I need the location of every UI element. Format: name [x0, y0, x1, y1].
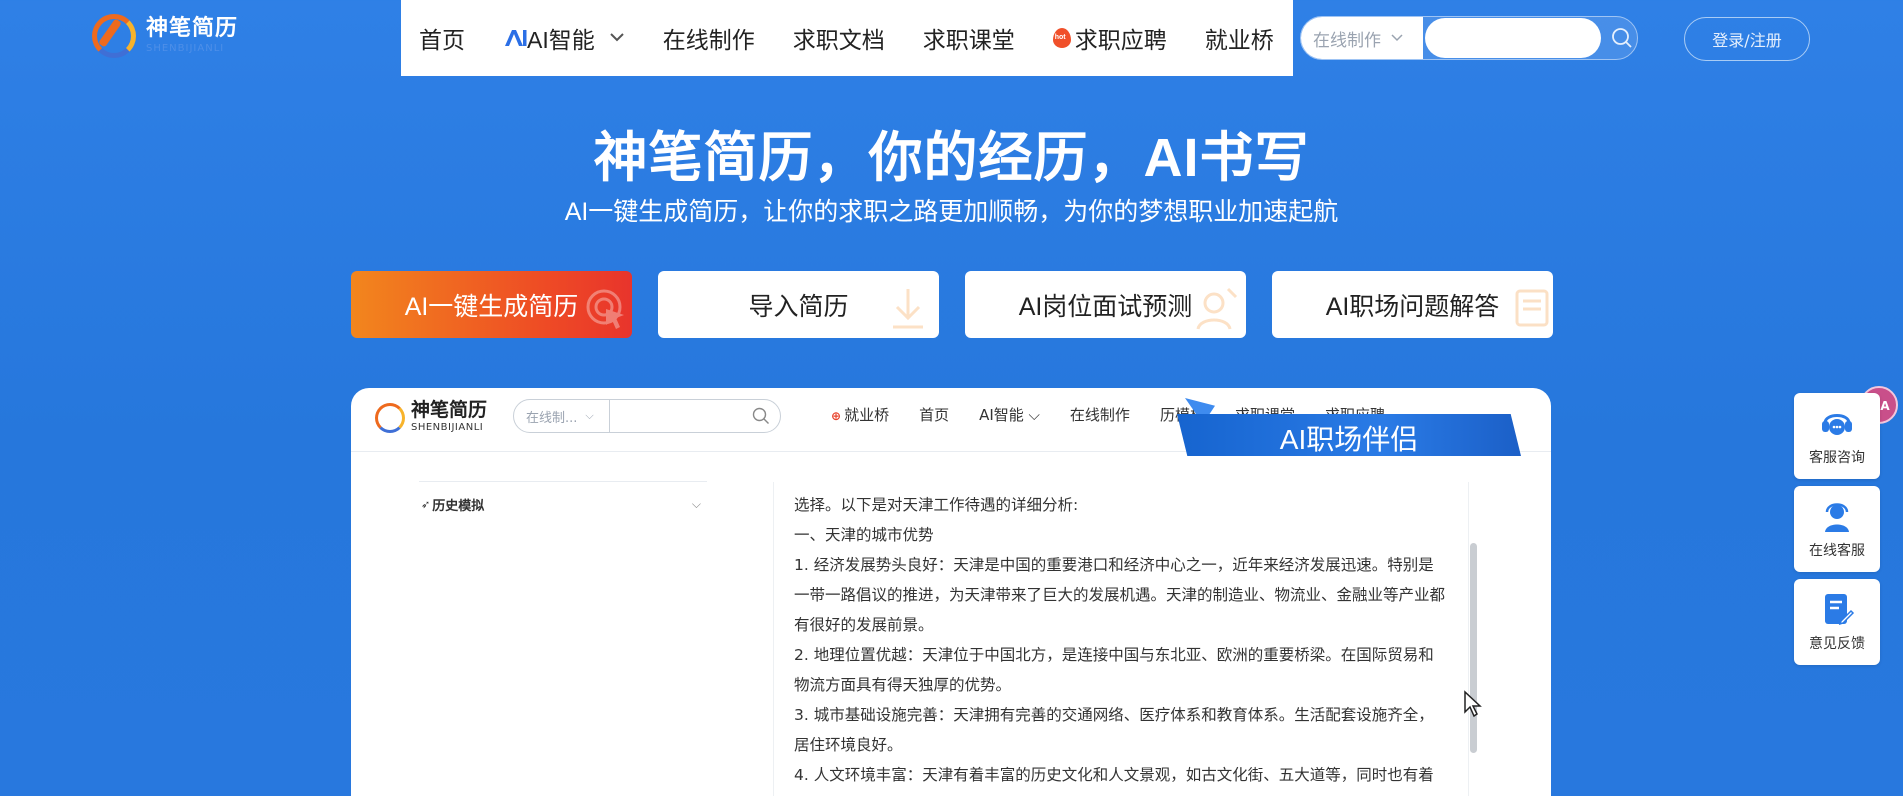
nav-item-job-docs[interactable]: 求职文档 [793, 21, 885, 55]
hot-fire-icon [1052, 28, 1071, 48]
search-button[interactable] [1607, 23, 1637, 53]
nav-item-job-apply[interactable]: 求职应聘 [1052, 21, 1167, 55]
brand-tagline: SHENBIJIANLI [146, 43, 225, 54]
main-nav: 首页 AI智能 在线制作 求职文档 求职课堂 求职应聘 就业桥 [401, 0, 1293, 76]
answer-paragraph: 一、天津的城市优势 [794, 526, 934, 544]
banner-label: AI职场伴侣 [1279, 424, 1419, 455]
download-arrow-icon [893, 289, 923, 329]
preview-nav-home[interactable]: 首页 [919, 404, 949, 425]
answer-paragraph: 4. 人文环境丰富：天津有着丰富的历史文化和人文景观，如古文化街、五大道等，同时… [794, 766, 1434, 784]
document-list-icon [1515, 289, 1549, 327]
preview-nav-employment-bridge[interactable]: ⊕ 就业桥 [831, 404, 889, 425]
search-icon[interactable] [752, 407, 770, 425]
mouse-pointer-icon [1464, 690, 1482, 718]
brand-name: 神笔简历 [146, 16, 239, 41]
search-bar: 在线制作 [1300, 16, 1638, 60]
preview-nav-online-make[interactable]: 在线制作 [1070, 404, 1130, 425]
chevron-down-icon [609, 29, 625, 47]
search-category-select[interactable]: 在线制作 [1301, 17, 1423, 59]
click-cursor-icon [586, 289, 624, 329]
hero-subtitle: AI一键生成简历，让你的求职之路更加顺畅，为你的梦想职业加速起航 [564, 198, 1339, 226]
nav-item-job-class[interactable]: 求职课堂 [923, 21, 1015, 55]
agent-icon [1825, 503, 1849, 532]
answer-paragraph: 选择。以下是对天津工作待遇的详细分析: [794, 496, 1079, 514]
preview-search-bar: 在线制... ⌵ [513, 399, 781, 433]
chevron-down-icon: ⌵ [691, 496, 701, 511]
chevron-down-icon: ⌵ [585, 409, 594, 422]
preview-search-category-select[interactable]: 在线制... ⌵ [514, 400, 610, 432]
import-resume-button[interactable]: 导入简历 [658, 271, 939, 338]
send-icon: ➶ [421, 497, 431, 511]
preview-nav-ai[interactable]: AI智能 ⌵ [979, 404, 1040, 425]
interview-person-icon [1196, 287, 1238, 330]
history-simulation-item[interactable]: ➶ 历史模拟 ⌵ [419, 482, 707, 526]
pen-logo-icon [92, 12, 138, 60]
floating-toolbar: 客服咨询 在线客服 意见反馈 [1794, 393, 1880, 672]
online-service-button[interactable]: 在线客服 [1794, 486, 1880, 572]
preview-brand-tagline: SHENBIJIANLI [411, 422, 484, 433]
preview-header: 神笔简历 SHENBIJIANLI 在线制... ⌵ ⊕ 就业桥 首页 AI智能 … [351, 388, 1551, 456]
feedback-icon [1825, 594, 1855, 626]
answer-paragraph: 3. 城市基础设施完善：天津拥有完善的交通网络、医疗体系和教育体系。生活配套设施… [794, 706, 1434, 754]
nav-item-ai[interactable]: AI智能 [503, 21, 625, 55]
nav-item-home[interactable]: 首页 [419, 21, 465, 55]
app-preview: 神笔简历 SHENBIJIANLI 在线制... ⌵ ⊕ 就业桥 首页 AI智能 … [351, 388, 1551, 796]
hero-title: 神笔简历，你的经历，AI书写 [593, 128, 1310, 188]
ai-logo-icon [505, 30, 527, 46]
answer-paragraph: 1. 经济发展势头良好：天津是中国的重要港口和经济中心之一，近年来经济发展迅速。… [794, 556, 1446, 634]
nav-item-employment-bridge[interactable]: 就业桥 [1205, 21, 1274, 55]
preview-sidebar: ➶ 历史模拟 ⌵ [419, 481, 707, 526]
preview-brand-name: 神笔简历 [411, 399, 488, 421]
pen-logo-icon [375, 401, 405, 433]
ai-workplace-companion-banner[interactable]: AI职场伴侣 [1177, 398, 1521, 456]
customer-consult-button[interactable]: 客服咨询 [1794, 393, 1880, 479]
bridge-icon: ⊕ [831, 409, 842, 423]
brand-logo[interactable]: 神笔简历 SHENBIJIANLI [92, 12, 238, 60]
nav-item-online-make[interactable]: 在线制作 [663, 21, 755, 55]
answer-paragraph: 2. 地理位置优越：天津位于中国北方，是连接中国与东北亚、欧洲的重要桥梁。在国际… [794, 646, 1434, 694]
feedback-button[interactable]: 意见反馈 [1794, 579, 1880, 665]
preview-brand-logo[interactable]: 神笔简历 SHENBIJIANLI [375, 401, 487, 433]
ai-generate-resume-button[interactable]: AI一键生成简历 [351, 271, 632, 338]
chat-answer-content: 选择。以下是对天津工作待遇的详细分析: 一、天津的城市优势 1. 经济发展势头良… [773, 482, 1469, 796]
ai-workplace-qa-button[interactable]: AI职场问题解答 [1272, 271, 1553, 338]
chevron-down-icon [1391, 31, 1403, 46]
action-buttons: AI一键生成简历 导入简历 AI岗位面试预测 AI职场问题解答 [351, 271, 1553, 338]
ai-interview-prediction-button[interactable]: AI岗位面试预测 [965, 271, 1246, 338]
search-icon [1612, 28, 1632, 48]
headset-chat-icon [1822, 414, 1852, 435]
login-register-button[interactable]: 登录/注册 [1684, 17, 1810, 61]
search-input[interactable] [1425, 18, 1601, 58]
content-scrollbar[interactable] [1470, 543, 1477, 753]
